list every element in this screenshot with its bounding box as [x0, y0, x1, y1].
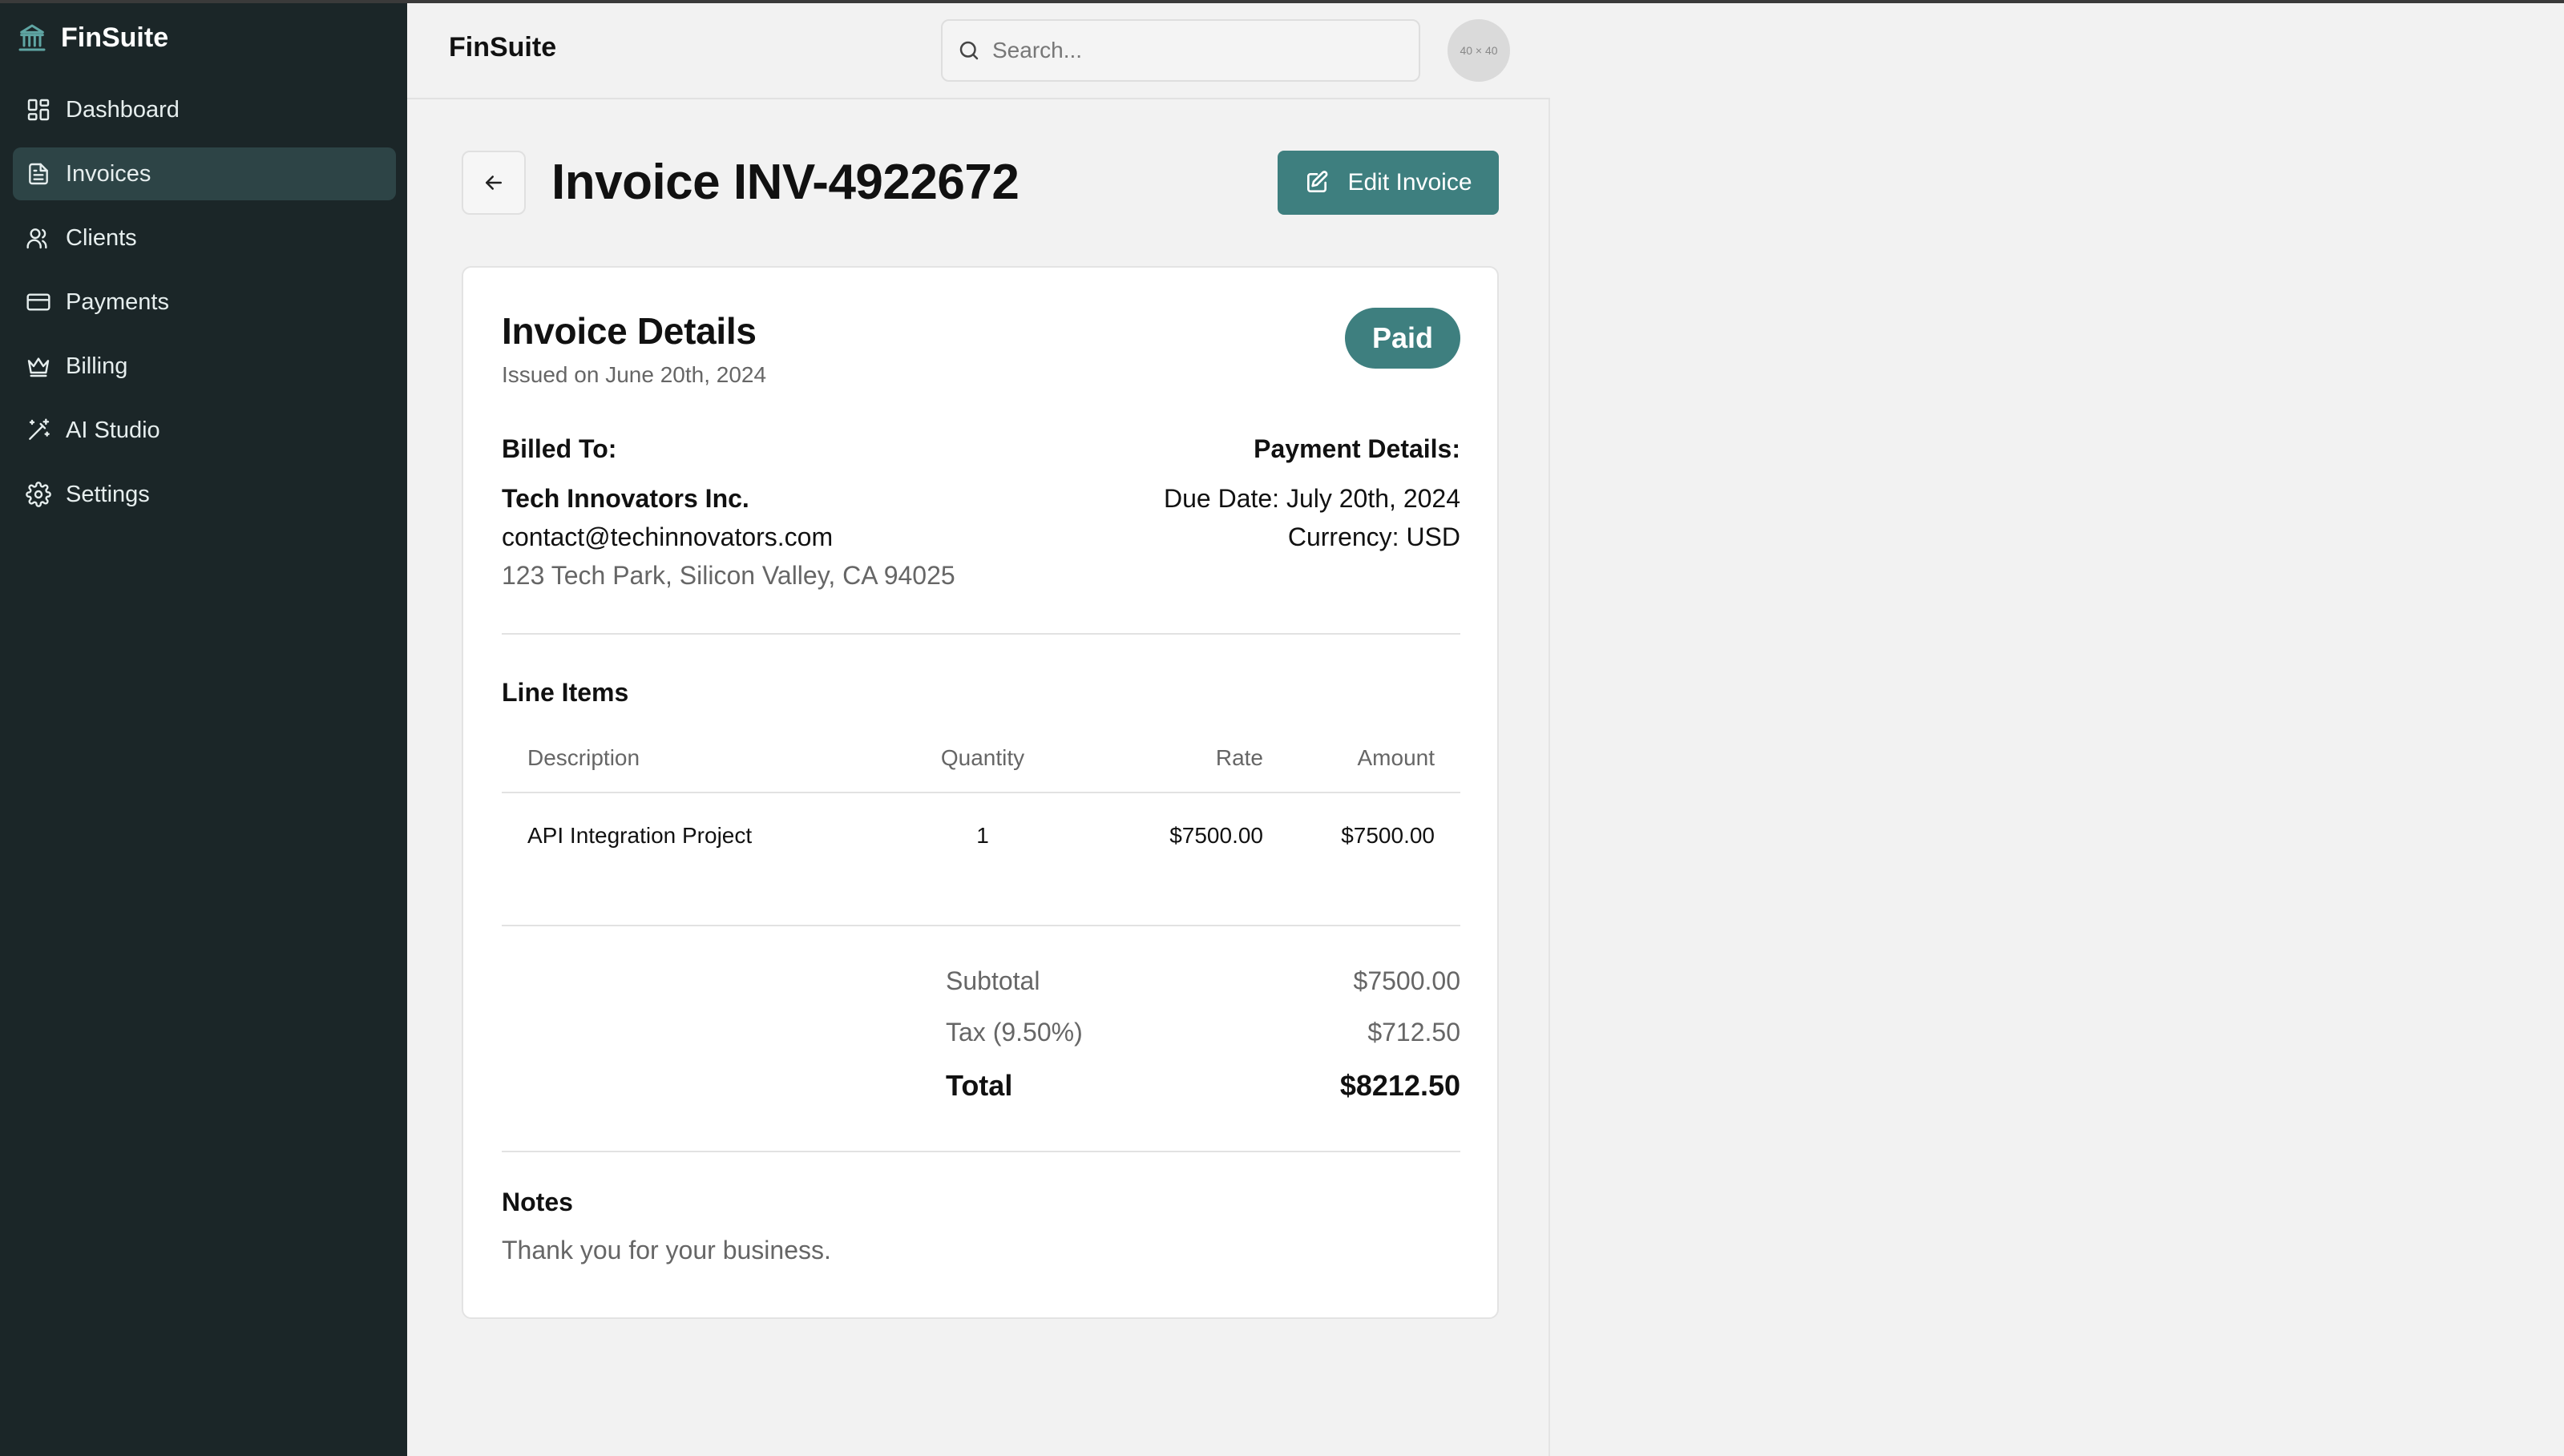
status-badge: Paid: [1345, 308, 1460, 369]
table-header-row: Description Quantity Rate Amount: [502, 724, 1460, 793]
search-box[interactable]: [941, 19, 1420, 82]
column-header-amount: Amount: [1357, 745, 1435, 770]
due-date: Due Date: July 20th, 2024: [1163, 484, 1460, 513]
divider: [502, 633, 1460, 635]
notes-title: Notes: [502, 1188, 573, 1216]
sidebar-item-label: AI Studio: [66, 417, 160, 443]
sidebar-item-label: Settings: [66, 481, 150, 507]
client-name: Tech Innovators Inc.: [502, 484, 749, 513]
cell-description: API Integration Project: [527, 823, 753, 848]
sidebar-item-billing[interactable]: Billing: [13, 340, 396, 393]
column-header-quantity: Quantity: [940, 745, 1025, 770]
sidebar-item-clients[interactable]: Clients: [13, 212, 396, 264]
total-row: Total $8212.50: [946, 1069, 1460, 1103]
users-icon: [26, 228, 47, 249]
invoice-details-title: Invoice Details: [502, 310, 757, 352]
magic-wand-icon: [29, 418, 50, 440]
sidebar-item-label: Dashboard: [66, 96, 180, 123]
sidebar-item-label: Billing: [66, 353, 128, 379]
table-row: API Integration Project 1 $7500.00 $7500…: [502, 793, 1460, 878]
sidebar: FinSuite Dashboard Invoices Clients Paym…: [0, 0, 407, 1456]
sidebar-item-label: Invoices: [66, 160, 151, 187]
sidebar-item-ai-studio[interactable]: AI Studio: [13, 404, 396, 457]
subtotal-value: $7500.00: [1353, 966, 1460, 995]
client-email: contact@techinnovators.com: [502, 522, 834, 551]
subtotal-row: Subtotal $7500.00: [946, 966, 1460, 996]
divider: [502, 925, 1460, 926]
sidebar-item-dashboard[interactable]: Dashboard: [13, 83, 396, 136]
main-content: FinSuite 40 × 40 Invoice INV-4922672 Edi…: [407, 0, 1550, 1456]
column-header-description: Description: [527, 745, 640, 770]
issued-date: Issued on June 20th, 2024: [502, 362, 767, 387]
client-address: 123 Tech Park, Silicon Valley, CA 94025: [502, 561, 955, 590]
sidebar-item-label: Payments: [66, 288, 169, 315]
crown-icon: [27, 357, 50, 377]
back-button[interactable]: [462, 151, 526, 215]
search-input[interactable]: [992, 38, 1393, 63]
header-title: FinSuite: [449, 32, 557, 63]
line-items-table: Description Quantity Rate Amount API Int…: [502, 724, 1460, 878]
brand-name: FinSuite: [61, 22, 169, 53]
tax-value: $712.50: [1367, 1018, 1460, 1047]
credit-card-icon: [26, 293, 50, 311]
cell-quantity: 1: [976, 823, 989, 848]
sidebar-nav: Dashboard Invoices Clients Payments Bill…: [13, 83, 396, 532]
sidebar-item-invoices[interactable]: Invoices: [13, 147, 396, 200]
avatar[interactable]: 40 × 40: [1448, 19, 1510, 82]
window-top-border: [0, 0, 2564, 3]
sidebar-item-label: Clients: [66, 224, 137, 251]
column-header-rate: Rate: [1215, 745, 1263, 770]
sidebar-item-settings[interactable]: Settings: [13, 468, 396, 521]
tax-label: Tax (9.50%): [946, 1018, 1083, 1047]
payment-details-label: Payment Details:: [1254, 434, 1460, 463]
billed-to-label: Billed To:: [502, 434, 617, 463]
notes-text: Thank you for your business.: [502, 1236, 831, 1264]
invoice-card: Invoice Details Issued on June 20th, 202…: [462, 266, 1499, 1319]
sidebar-item-payments[interactable]: Payments: [13, 276, 396, 329]
divider: [502, 1151, 1460, 1152]
total-label: Total: [946, 1069, 1013, 1102]
cell-rate: $7500.00: [1169, 823, 1263, 848]
edit-invoice-button[interactable]: Edit Invoice: [1278, 151, 1499, 215]
dashboard-icon: [27, 99, 50, 121]
edit-icon: [1307, 171, 1328, 192]
subtotal-label: Subtotal: [946, 966, 1040, 995]
document-icon: [29, 163, 48, 185]
brand[interactable]: FinSuite: [16, 19, 168, 56]
currency: Currency: USD: [1287, 522, 1460, 551]
edit-invoice-label: Edit Invoice: [1347, 169, 1472, 196]
gear-icon: [26, 482, 51, 507]
line-items-title: Line Items: [502, 678, 629, 707]
tax-row: Tax (9.50%) $712.50: [946, 1018, 1460, 1047]
page-title: Invoice INV-4922672: [551, 155, 1020, 210]
top-header: FinSuite 40 × 40: [407, 0, 1550, 99]
search-icon: [959, 41, 979, 60]
total-value: $8212.50: [1339, 1069, 1460, 1102]
arrow-left-icon: [486, 175, 502, 190]
bank-icon: [18, 24, 46, 51]
cell-amount: $7500.00: [1341, 823, 1435, 848]
